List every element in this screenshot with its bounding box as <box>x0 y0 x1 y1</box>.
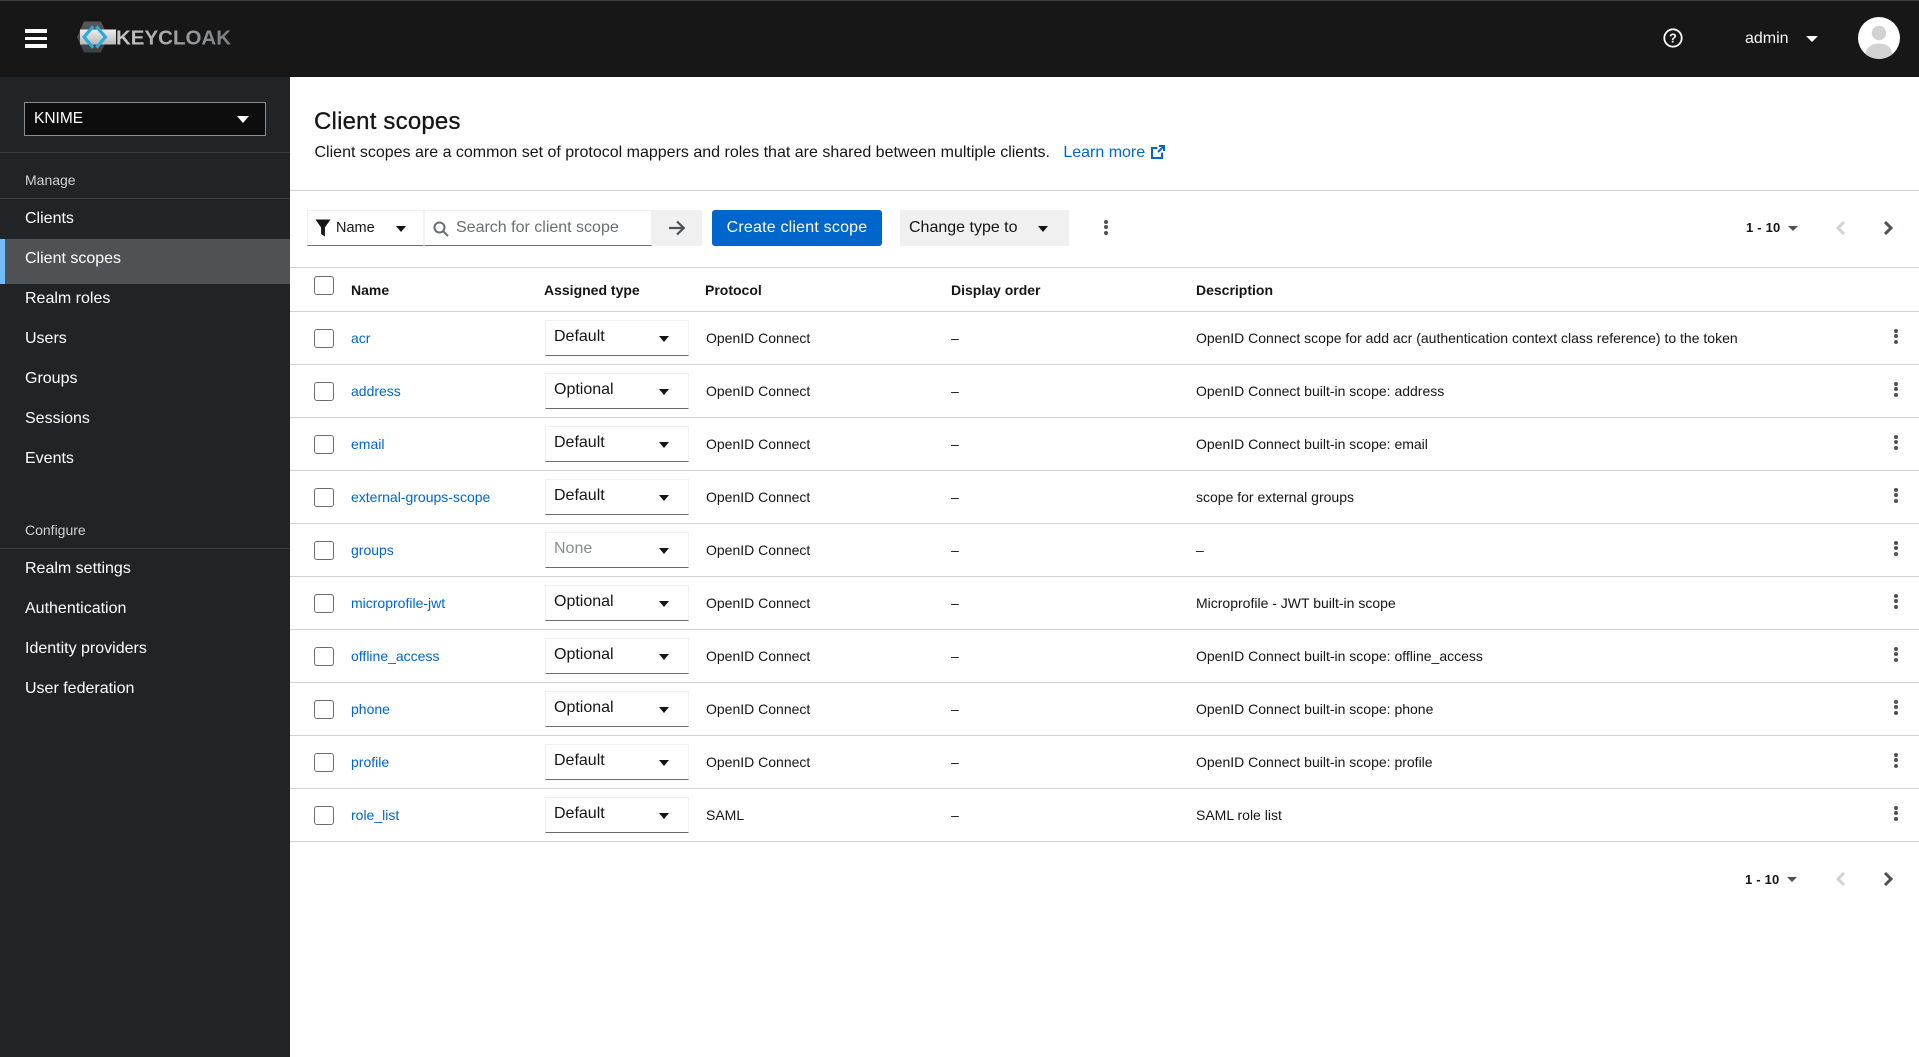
svg-text:KEYCLOAK: KEYCLOAK <box>116 27 231 50</box>
svg-text:?: ? <box>1669 32 1677 46</box>
